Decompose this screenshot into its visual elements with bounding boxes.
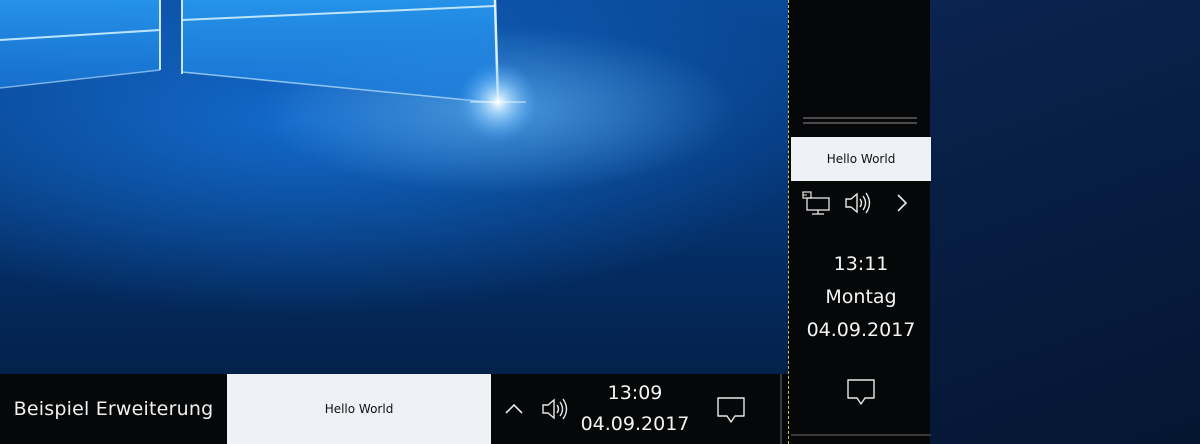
system-tray <box>791 186 931 218</box>
taskbar: Beispiel Erweiterung Hello World 13:09 0… <box>0 374 788 444</box>
clock-date: 04.09.2017 <box>580 413 690 435</box>
desktop-wallpaper-right <box>930 0 1200 444</box>
taskbar-clock[interactable]: 13:11 Montag 04.09.2017 <box>791 248 931 348</box>
action-center-icon[interactable] <box>844 376 878 408</box>
chevron-right-icon[interactable] <box>891 191 913 215</box>
windows-logo-light <box>0 0 538 142</box>
volume-icon[interactable] <box>540 396 570 422</box>
taskbar-clock[interactable]: 13:09 04.09.2017 <box>580 378 690 440</box>
volume-icon[interactable] <box>843 190 873 216</box>
hello-world-button[interactable]: Hello World <box>791 137 931 181</box>
extension-title[interactable]: Beispiel Erweiterung <box>0 374 227 444</box>
clock-time: 13:11 <box>833 253 889 275</box>
clock-weekday: Montag <box>825 286 897 308</box>
network-icon[interactable] <box>801 190 831 216</box>
action-center-icon[interactable] <box>713 394 749 426</box>
clock-date: 04.09.2017 <box>806 319 916 341</box>
hello-world-button[interactable]: Hello World <box>227 374 491 444</box>
show-desktop-divider[interactable] <box>791 434 931 436</box>
show-desktop-divider[interactable] <box>780 374 782 444</box>
chevron-up-icon[interactable] <box>503 398 525 420</box>
taskbar-separator <box>803 117 917 119</box>
taskbar-separator <box>803 122 917 124</box>
clock-time: 13:09 <box>607 382 663 404</box>
desktop-wallpaper-left <box>0 0 788 374</box>
vertical-taskbar: Hello World 13:11 Montag 04.09.2017 <box>788 0 931 444</box>
